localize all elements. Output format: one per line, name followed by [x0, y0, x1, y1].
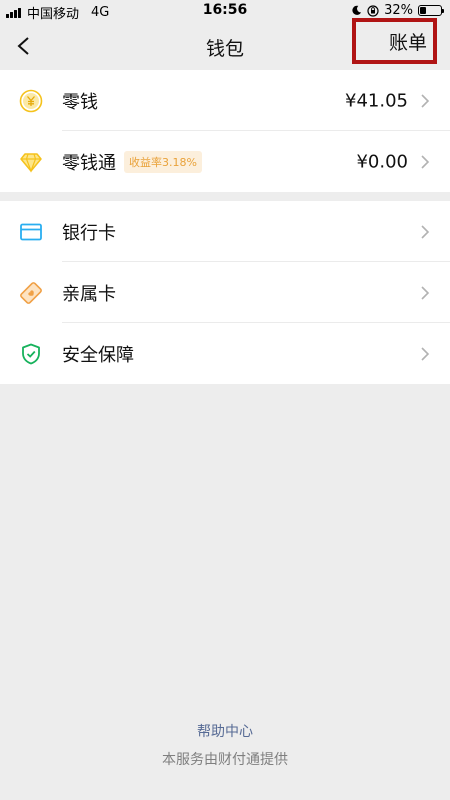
moon-icon — [352, 5, 362, 15]
rotation-lock-icon — [367, 4, 379, 17]
chevron-right-icon — [421, 346, 430, 361]
battery-percent: 32% — [384, 3, 413, 18]
chevron-right-icon — [421, 285, 430, 300]
balance-label: 零钱 — [62, 91, 98, 113]
provider-note: 本服务由财付通提供 — [162, 752, 288, 768]
family-card-icon — [20, 281, 42, 304]
service-group: 银行卡 亲属卡 安全保障 — [0, 201, 450, 384]
bill-label: 账单 — [388, 31, 427, 54]
bill-button[interactable]: 账单 — [352, 18, 437, 64]
family-card-label: 亲属卡 — [62, 283, 116, 305]
battery-icon — [418, 5, 444, 16]
diamond-icon — [20, 152, 42, 173]
chevron-right-icon — [421, 93, 430, 108]
chevron-right-icon — [421, 154, 430, 169]
bank-card-label: 银行卡 — [62, 222, 116, 244]
nav-bar: 钱包 账单 — [0, 18, 450, 70]
chevron-right-icon — [421, 224, 430, 239]
list-item-balance[interactable]: 零钱 ¥41.05 — [0, 70, 450, 131]
status-right: 32% — [351, 3, 444, 18]
balance-value: ¥41.05 — [345, 90, 408, 111]
wallet-group: 零钱 ¥41.05 零钱通 收益率3.18% ¥0.00 — [0, 70, 450, 192]
lqt-value: ¥0.00 — [356, 151, 408, 172]
help-center-link[interactable]: 帮助中心 — [0, 721, 450, 741]
list-item-bank-card[interactable]: 银行卡 — [0, 201, 450, 262]
list-item-family-card[interactable]: 亲属卡 — [0, 262, 450, 323]
security-label: 安全保障 — [62, 344, 134, 366]
list-item-security[interactable]: 安全保障 — [0, 323, 450, 384]
shield-icon — [22, 343, 40, 364]
yuan-coin-icon — [19, 89, 43, 112]
battery-fill — [420, 7, 426, 14]
bank-card-icon — [20, 223, 42, 240]
lqt-label-wrap: 零钱通 收益率3.18% — [62, 149, 202, 175]
yield-badge: 收益率3.18% — [124, 150, 202, 173]
lqt-label: 零钱通 — [62, 152, 116, 174]
list-item-lqt[interactable]: 零钱通 收益率3.18% ¥0.00 — [0, 131, 450, 192]
